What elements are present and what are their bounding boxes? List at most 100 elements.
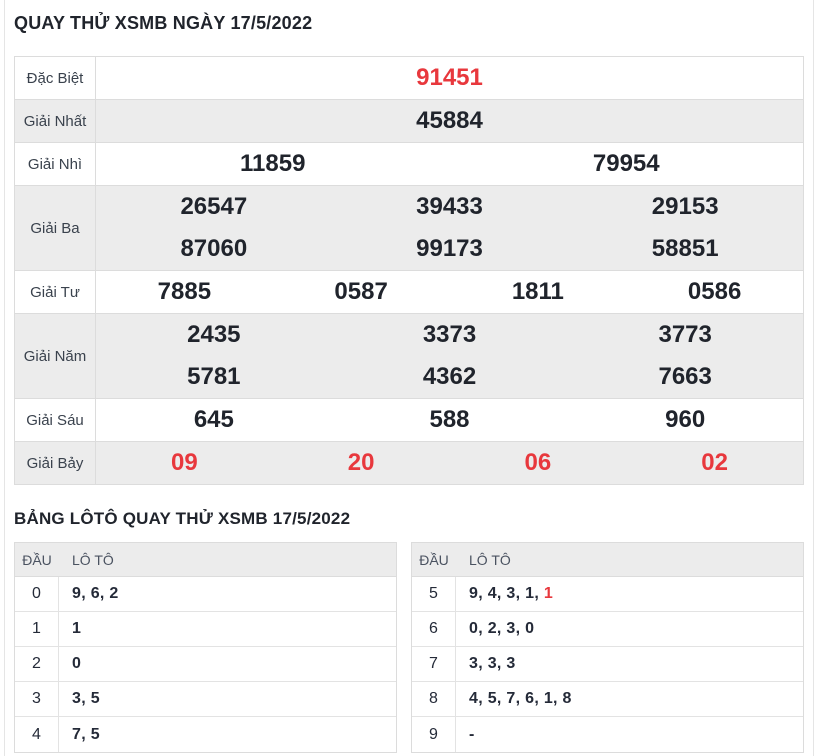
loto-number: - — [469, 725, 475, 743]
loto-number: 1 — [543, 585, 554, 602]
lotto-row: 9- — [412, 717, 803, 752]
loto-number: 8 — [562, 690, 572, 707]
loto-cell: 4, 5, 7, 6, 1, 8 — [469, 690, 572, 707]
loto-number: 9 — [72, 585, 82, 602]
prize-number: 0587 — [334, 278, 388, 305]
lotto-heading: BẢNG LÔTÔ QUAY THỬ XSMB 17/5/2022 — [14, 509, 351, 528]
loto-cell: - — [456, 717, 803, 752]
loto-number: 0 — [525, 620, 535, 637]
prize-line: 645 588 960 — [96, 399, 803, 441]
lotto-row: 7 3, 3, 3 — [412, 647, 803, 682]
prize-row: Giải Nhì 11859 79954 — [15, 143, 803, 186]
prize-label: Giải Nhất — [15, 100, 96, 142]
prize-number: 26547 — [180, 193, 248, 220]
prize-number: 11859 — [240, 150, 306, 177]
loto-number: 6 — [90, 585, 100, 602]
dau-cell: 0 — [15, 577, 59, 611]
lotto-header-dau: ĐẦU — [22, 551, 52, 568]
prize-number: 960 — [665, 406, 706, 433]
loto-number: 1 — [525, 585, 535, 602]
dau-cell: 8 — [412, 682, 456, 716]
prize-number: 4362 — [422, 363, 477, 390]
prize-number: 87060 — [180, 235, 248, 262]
prize-number: 7663 — [658, 363, 712, 390]
prize-number: 5781 — [187, 363, 241, 390]
prize-body: 2435 3373 3773 5781 4362 7663 — [96, 314, 803, 398]
lotto-table: ĐẦU LÔ TÔ 5 9, 4, 3, 1, 1 6 0, 2, 3, 0 7 3, 3, … — [411, 542, 804, 753]
prize-row: Giải Năm 2435 3373 3773 5781 4362 7663 — [15, 314, 803, 399]
prize-line: 7885 0587 1811 0586 — [96, 271, 803, 313]
loto-number: 3 — [506, 620, 516, 637]
prize-number: 58851 — [651, 235, 719, 262]
lotto-header-dau: ĐẦU — [419, 551, 449, 568]
prize-label: Đặc Biệt — [15, 57, 96, 99]
prize-line: 45884 — [96, 100, 803, 142]
lotto-header-row: ĐẦU LÔ TÔ — [15, 543, 396, 577]
lotto-row: 84, 5, 7, 6, 1, 8 — [412, 682, 803, 717]
prize-label: Giải Sáu — [15, 399, 96, 441]
prize-line: 91451 — [96, 57, 803, 99]
prize-line: 87060 99173 58851 — [96, 228, 803, 270]
loto-number: 3 — [72, 690, 82, 707]
loto-number: 9 — [469, 585, 479, 602]
loto-cell: 1 — [59, 612, 396, 646]
lotto-row: 5 9, 4, 3, 1, 1 — [412, 577, 803, 612]
loto-number: 5 — [90, 690, 100, 707]
loto-number: 2 — [109, 585, 119, 602]
prize-body: 11859 79954 — [96, 143, 803, 185]
prize-line: 11859 79954 — [96, 143, 803, 185]
prize-body: 26547 39433 29153 87060 99173 58851 — [96, 186, 803, 270]
dau-cell: 9 — [412, 717, 456, 752]
lotto-table: ĐẦU LÔ TÔ 0 9, 6, 2112033, 547, 5 — [14, 542, 397, 753]
prize-body: 45884 — [96, 100, 803, 142]
loto-number: 5 — [487, 690, 497, 707]
dau-cell: 1 — [15, 612, 59, 646]
loto-cell: 0, 2, 3, 0 — [469, 620, 535, 637]
lotto-row: 4 7, 5 — [15, 717, 396, 752]
lotto-header-row: ĐẦU LÔ TÔ — [412, 543, 803, 577]
prize-number: 3373 — [422, 321, 477, 348]
lotto-tables: ĐẦU LÔ TÔ 0 9, 6, 2112033, 547, 5 ĐẦU LÔ TÔ 5 9… — [14, 542, 804, 753]
prize-row: Giải Ba 26547 39433 29153 87060 99173 58851 — [15, 186, 803, 271]
results-table: Đặc Biệt 91451 Giải Nhất 45884 Giải Nhì 11859… — [14, 56, 804, 485]
prize-body: 91451 — [96, 57, 803, 99]
loto-number: 3 — [469, 655, 479, 672]
prize-line: 26547 39433 29153 — [96, 186, 803, 228]
prize-label: Giải Nhì — [15, 143, 96, 185]
loto-cell: 3, 3, 3 — [469, 655, 516, 672]
prize-label: Giải Ba — [15, 186, 96, 270]
prize-body: 09 20 06 02 — [96, 442, 803, 484]
prize-row: Đặc Biệt 91451 — [15, 57, 803, 100]
loto-number: 4 — [469, 690, 479, 707]
lotto-header-loto: LÔ TÔ — [469, 551, 511, 568]
page-title: QUAY THỬ XSMB NGÀY 17/5/2022 — [14, 13, 313, 33]
prize-line: 09 20 06 02 — [96, 442, 803, 484]
prize-number: 2435 — [187, 321, 241, 348]
lotto-row: 6 0, 2, 3, 0 — [412, 612, 803, 647]
prize-label: Giải Năm — [15, 314, 96, 398]
prize-number: 645 — [193, 406, 234, 433]
loto-number: 0 — [72, 655, 82, 672]
loto-number: 4 — [487, 585, 497, 602]
prize-number: 09 — [171, 449, 198, 476]
prize-number: 1811 — [511, 278, 564, 305]
prize-line: 2435 3373 3773 — [96, 314, 803, 356]
prize-label: Giải Bảy — [15, 442, 96, 484]
prize-number: 91451 — [416, 64, 483, 91]
dau-cell: 5 — [412, 577, 456, 611]
prize-line: 5781 4362 7663 — [96, 356, 803, 398]
loto-number: 7 — [72, 725, 82, 743]
loto-number: 3 — [506, 585, 516, 602]
prize-number: 0586 — [687, 278, 742, 305]
dau-cell: 7 — [412, 647, 456, 681]
page-container: QUAY THỬ XSMB NGÀY 17/5/2022 Đặc Biệt 914… — [4, 0, 814, 756]
prize-number: 99173 — [416, 235, 483, 262]
prize-number: 39433 — [416, 193, 483, 220]
dau-cell: 2 — [15, 647, 59, 681]
prize-label: Giải Tư — [15, 271, 96, 313]
lotto-row: 11 — [15, 612, 396, 647]
loto-cell: 3, 5 — [72, 690, 100, 707]
prize-number: 3773 — [658, 321, 712, 348]
loto-number: 6 — [525, 690, 535, 707]
prize-number: 20 — [347, 449, 375, 476]
